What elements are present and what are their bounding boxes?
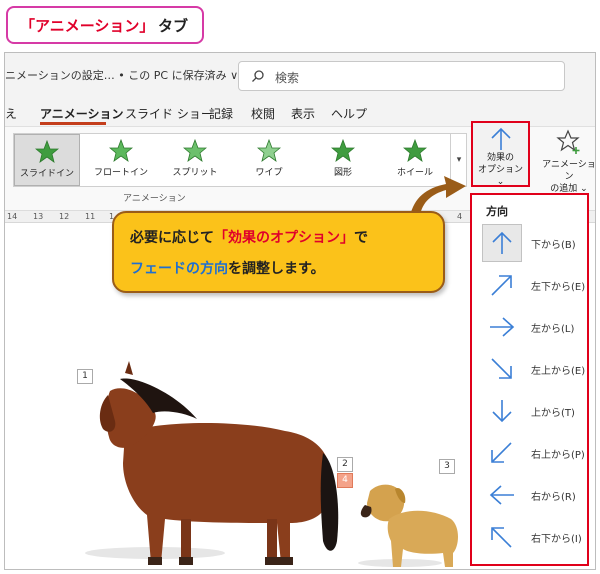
direction-from-top[interactable]: 上から(T) bbox=[476, 391, 585, 431]
direction-from-bottom-left[interactable]: 左下から(E) bbox=[476, 265, 585, 305]
animation-label: 図形 bbox=[333, 168, 352, 178]
animation-label: スプリット bbox=[172, 168, 218, 178]
add-animation-label-1: アニメーション bbox=[542, 160, 596, 182]
direction-from-left[interactable]: 左から(L) bbox=[476, 307, 585, 347]
active-tab-indicator bbox=[40, 122, 106, 125]
tab-animations[interactable]: アニメーション bbox=[40, 105, 124, 122]
badge-title: 「アニメーション」 bbox=[20, 17, 155, 35]
animation-wipe[interactable]: ワイプ bbox=[236, 134, 302, 186]
search-box[interactable]: 検索 bbox=[238, 61, 565, 91]
tab-transitions[interactable]: え bbox=[5, 105, 17, 122]
horse-image[interactable] bbox=[85, 361, 339, 565]
animation-label: スライドイン bbox=[19, 169, 74, 179]
direction-from-top-right[interactable]: 右上から(P) bbox=[476, 433, 585, 473]
group-label-animation: アニメーション bbox=[123, 194, 186, 204]
arrow-down-right-icon bbox=[491, 358, 512, 379]
animation-slide-in[interactable]: スライドイン bbox=[14, 134, 80, 186]
add-animation-button[interactable]: アニメーション の追加 ⌄ bbox=[539, 129, 596, 195]
direction-label: 右から(R) bbox=[531, 492, 576, 503]
star-icon bbox=[183, 139, 207, 162]
ruler-tick: 13 bbox=[33, 212, 44, 221]
arrow-up-right-icon bbox=[491, 275, 512, 296]
animation-split[interactable]: スプリット bbox=[162, 134, 228, 186]
animation-order-label[interactable]: 4 bbox=[337, 473, 353, 488]
direction-from-bottom-right[interactable]: 右下から(I) bbox=[476, 517, 585, 557]
direction-label: 右下から(I) bbox=[531, 534, 582, 545]
direction-label: 上から(T) bbox=[531, 408, 575, 419]
arrow-down-icon bbox=[492, 400, 512, 423]
arrow-up-left-icon bbox=[491, 527, 512, 548]
badge-suffix: タブ bbox=[158, 17, 189, 35]
arrow-right-icon bbox=[490, 317, 515, 337]
arrow-down-left-icon bbox=[491, 442, 512, 463]
tab-view[interactable]: 表示 bbox=[291, 105, 315, 122]
direction-heading: 方向 bbox=[486, 205, 508, 218]
arrow-left-icon bbox=[489, 485, 514, 505]
direction-from-right[interactable]: 右から(R) bbox=[476, 475, 585, 515]
ruler-tick: 11 bbox=[85, 212, 96, 221]
title-bar: ニメーションの設定… • この PC に保存済み ∨ 検索 bbox=[5, 53, 595, 97]
direction-from-bottom[interactable]: 下から(B) bbox=[476, 223, 585, 263]
star-icon bbox=[257, 139, 281, 162]
star-icon bbox=[403, 139, 427, 162]
direction-label: 右上から(P) bbox=[531, 450, 585, 461]
effect-options-button[interactable]: 効果の オプション ⌄ bbox=[471, 121, 530, 187]
animation-order-label[interactable]: 2 bbox=[337, 457, 353, 472]
animation-order-label[interactable]: 3 bbox=[439, 459, 455, 474]
star-icon bbox=[109, 139, 133, 162]
effect-options-label-1: 効果の bbox=[486, 153, 514, 163]
tab-slideshow[interactable]: スライド ショー bbox=[125, 105, 213, 122]
star-plus-icon bbox=[556, 129, 580, 154]
callout-highlight-red: 「効果のオプション」 bbox=[214, 230, 354, 246]
tab-record[interactable]: 記録 bbox=[209, 105, 233, 122]
direction-dropdown: 方向 下から(B) 左下から(E) 左から(L) 左上から(E) 上から(T) … bbox=[470, 193, 589, 566]
dog-image[interactable] bbox=[358, 484, 458, 567]
callout-line-2: フェードの方向を調整します。 bbox=[130, 258, 325, 278]
animation-label: ワイプ bbox=[255, 168, 283, 178]
tab-help[interactable]: ヘルプ bbox=[331, 105, 367, 122]
animation-order-label[interactable]: 1 bbox=[77, 369, 93, 384]
animation-gallery: スライドイン フロートイン スプリット ワイプ 図形 ホイール bbox=[13, 133, 467, 187]
chevron-down-icon: ▾ bbox=[456, 155, 462, 165]
effect-options-label-2: オプション ⌄ bbox=[477, 165, 523, 187]
search-placeholder: 検索 bbox=[275, 71, 300, 85]
ruler-tick: 12 bbox=[59, 212, 70, 221]
arrow-up-icon bbox=[492, 231, 512, 254]
direction-label: 下から(B) bbox=[531, 240, 576, 251]
direction-from-top-left[interactable]: 左上から(E) bbox=[476, 349, 585, 389]
callout-highlight-blue: フェードの方向 bbox=[130, 261, 228, 277]
animation-shape[interactable]: 図形 bbox=[310, 134, 376, 186]
callout-text: 必要に応じて bbox=[130, 230, 214, 246]
title-badge: 「アニメーション」 タブ bbox=[6, 6, 204, 44]
tab-review[interactable]: 校閲 bbox=[251, 105, 275, 122]
instruction-callout: 必要に応じて「効果のオプション」で フェードの方向を調整します。 bbox=[112, 211, 445, 293]
search-icon bbox=[252, 70, 264, 82]
callout-line-1: 必要に応じて「効果のオプション」で bbox=[130, 227, 368, 247]
direction-label: 左から(L) bbox=[531, 324, 575, 335]
star-icon bbox=[331, 139, 355, 162]
ruler-tick: 14 bbox=[7, 212, 18, 221]
direction-label: 左下から(E) bbox=[531, 282, 586, 293]
callout-text: を調整します。 bbox=[228, 261, 325, 277]
direction-label: 左上から(E) bbox=[531, 366, 586, 377]
animation-float-in[interactable]: フロートイン bbox=[88, 134, 154, 186]
file-name[interactable]: ニメーションの設定… • この PC に保存済み ∨ bbox=[5, 67, 238, 83]
callout-text: で bbox=[354, 230, 368, 246]
star-icon bbox=[35, 140, 59, 163]
arrow-up-icon bbox=[490, 127, 511, 150]
animation-label: フロートイン bbox=[93, 168, 148, 178]
